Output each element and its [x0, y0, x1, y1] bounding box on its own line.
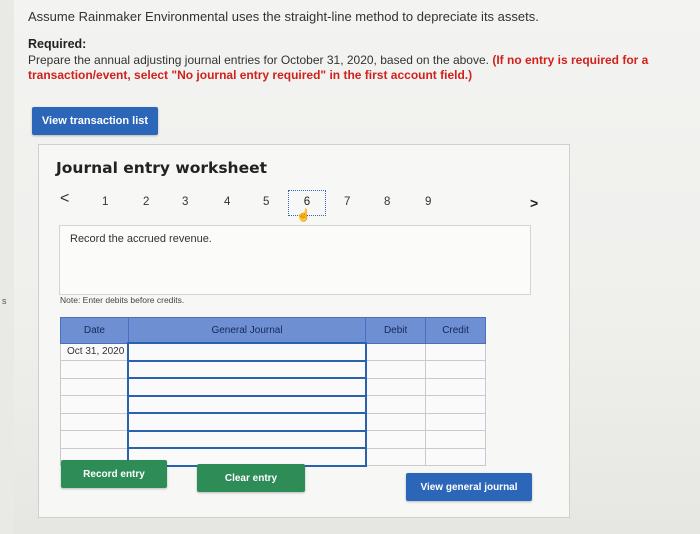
- credit-field[interactable]: [425, 430, 486, 449]
- instructions: Prepare the annual adjusting journal ent…: [28, 53, 698, 83]
- chevron-left-icon[interactable]: <: [60, 190, 69, 208]
- step-3[interactable]: 3: [182, 196, 188, 208]
- table-row: [60, 377, 486, 397]
- account-field[interactable]: [127, 429, 367, 449]
- column-header-date: Date: [60, 317, 129, 344]
- step-8[interactable]: 8: [384, 196, 390, 208]
- credit-field[interactable]: [425, 395, 486, 414]
- instructions-text: Prepare the annual adjusting journal ent…: [28, 53, 489, 67]
- column-header-general-journal: General Journal: [127, 317, 367, 344]
- view-general-journal-button[interactable]: View general journal: [406, 473, 532, 501]
- column-header-debit: Debit: [365, 317, 427, 344]
- credit-field[interactable]: [425, 360, 486, 379]
- debit-field[interactable]: [365, 412, 427, 431]
- table-header-row: Date General Journal Debit Credit: [60, 317, 486, 344]
- credit-field[interactable]: [425, 377, 486, 396]
- credit-field[interactable]: [425, 412, 486, 431]
- date-cell[interactable]: [60, 430, 129, 449]
- side-mark: s: [2, 296, 7, 306]
- view-transaction-list-button[interactable]: View transaction list: [32, 107, 158, 135]
- step-4[interactable]: 4: [224, 196, 230, 208]
- worksheet-title: Journal entry worksheet: [56, 159, 268, 177]
- credit-field[interactable]: [425, 342, 486, 361]
- debit-credit-note: Note: Enter debits before credits.: [60, 295, 185, 305]
- debit-field[interactable]: [365, 447, 427, 466]
- step-7[interactable]: 7: [344, 196, 350, 208]
- required-heading: Required:: [28, 37, 87, 51]
- hand-cursor-icon: ☝: [296, 208, 311, 222]
- account-field[interactable]: [127, 377, 367, 397]
- account-field[interactable]: [127, 342, 367, 362]
- journal-table: Date General Journal Debit Credit Oct 31…: [60, 317, 486, 467]
- table-row: [60, 429, 486, 449]
- intro-text: Assume Rainmaker Environmental uses the …: [28, 9, 539, 24]
- step-9[interactable]: 9: [425, 196, 431, 208]
- date-cell[interactable]: [60, 395, 129, 414]
- debit-field[interactable]: [365, 342, 427, 361]
- account-field[interactable]: [127, 412, 367, 432]
- table-row: Oct 31, 2020: [60, 342, 486, 362]
- debit-field[interactable]: [365, 377, 427, 396]
- date-cell[interactable]: Oct 31, 2020: [60, 342, 129, 361]
- table-row: [60, 394, 486, 414]
- debit-field[interactable]: [365, 395, 427, 414]
- clear-entry-button[interactable]: Clear entry: [197, 464, 305, 492]
- column-header-credit: Credit: [425, 317, 486, 344]
- step-1[interactable]: 1: [102, 196, 108, 208]
- step-5[interactable]: 5: [263, 196, 269, 208]
- date-cell[interactable]: [60, 412, 129, 431]
- debit-field[interactable]: [365, 360, 427, 379]
- transaction-description: Record the accrued revenue.: [70, 233, 212, 245]
- date-cell[interactable]: [60, 360, 129, 379]
- step-6-label: 6: [303, 196, 311, 208]
- step-2[interactable]: 2: [143, 196, 149, 208]
- chevron-right-icon[interactable]: >: [530, 195, 538, 211]
- account-field[interactable]: [127, 394, 367, 414]
- date-cell[interactable]: [60, 377, 129, 396]
- table-row: [60, 412, 486, 432]
- account-field[interactable]: [127, 359, 367, 379]
- credit-field[interactable]: [425, 447, 486, 466]
- record-entry-button[interactable]: Record entry: [61, 460, 167, 488]
- debit-field[interactable]: [365, 430, 427, 449]
- table-row: [60, 359, 486, 379]
